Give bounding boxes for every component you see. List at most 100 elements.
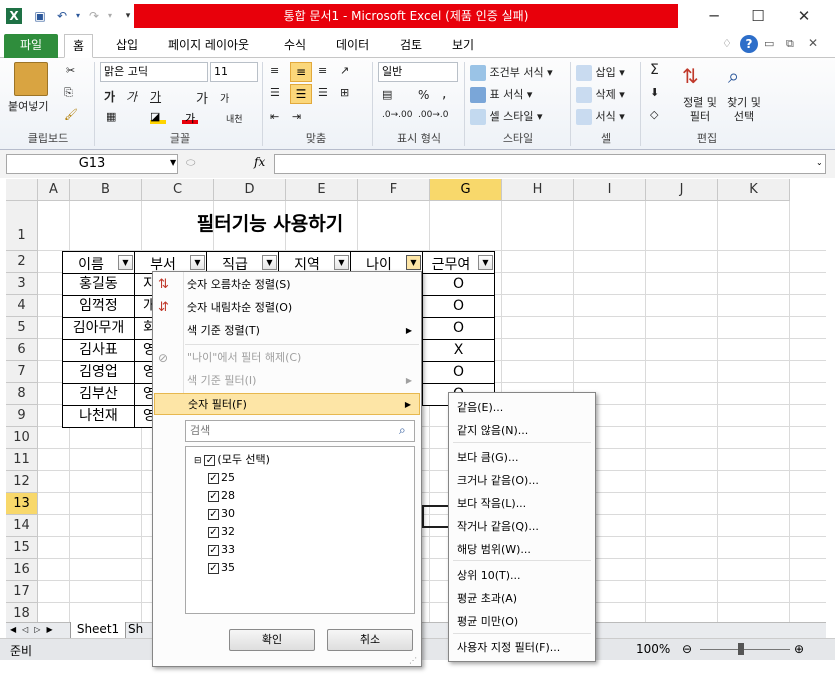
font-color-icon[interactable]: 가	[182, 110, 198, 125]
grow-font-button[interactable]: 가	[196, 88, 208, 107]
shrink-font-button[interactable]: 가	[220, 90, 229, 105]
zoom-slider-track[interactable]	[700, 649, 790, 650]
row-header-8[interactable]: 8	[6, 383, 38, 405]
tree-collapse-icon[interactable]: ⊟	[194, 456, 204, 466]
paste-button[interactable]: 붙여넣기	[8, 98, 48, 114]
sheet-tab-partial[interactable]: Sh	[128, 622, 154, 639]
undo-dropdown-icon[interactable]: ▾	[70, 8, 86, 24]
column-header-h[interactable]: H	[502, 179, 574, 201]
tab-review[interactable]: 검토	[392, 34, 430, 58]
tab-page-layout[interactable]: 페이지 레이아웃	[160, 34, 257, 58]
number-filter-option[interactable]: 평균 초과(A)	[451, 588, 593, 610]
dept-cell-partial[interactable]: 영	[134, 405, 156, 428]
tab-view[interactable]: 보기	[444, 34, 482, 58]
clear-icon[interactable]: ◇	[650, 108, 658, 121]
ribbon-minimize-icon[interactable]: ▭	[764, 37, 774, 50]
name-box[interactable]: G13	[6, 154, 178, 174]
help-icon[interactable]: ?	[740, 35, 758, 53]
find-select-button[interactable]: 찾기 및 선택	[722, 96, 766, 124]
ribbon-restore-icon[interactable]: ⧉	[786, 37, 794, 51]
column-header-k[interactable]: K	[718, 179, 790, 201]
row-header-9[interactable]: 9	[6, 405, 38, 427]
menu-number-filter[interactable]: 숫자 필터(F) ▶	[154, 393, 420, 415]
percent-button[interactable]: %	[418, 88, 429, 102]
cut-icon[interactable]: ✂	[66, 64, 75, 77]
row-header-12[interactable]: 12	[6, 471, 38, 493]
filter-dropdown-icon[interactable]: ▼	[262, 255, 277, 270]
row-header-7[interactable]: 7	[6, 361, 38, 383]
dept-cell-partial[interactable]: 지	[134, 273, 156, 296]
row-header-10[interactable]: 10	[6, 427, 38, 449]
underline-button[interactable]: 가	[150, 88, 161, 105]
select-all-corner[interactable]	[6, 179, 38, 201]
zoom-in-icon[interactable]: ⊕	[794, 642, 804, 656]
tab-file[interactable]: 파일	[4, 34, 58, 58]
row-header-5[interactable]: 5	[6, 317, 38, 339]
column-header-c[interactable]: C	[142, 179, 214, 201]
wrap-orientation-icon[interactable]: ↗	[340, 64, 349, 77]
filter-dropdown-icon[interactable]: ▼	[406, 255, 421, 270]
menu-sort-descending[interactable]: ⇵ 숫자 내림차순 정렬(O)	[154, 297, 420, 319]
formula-bar-handle-icon[interactable]: ⬭	[186, 156, 195, 170]
value-checkbox[interactable]: ✓ 32	[208, 523, 235, 541]
align-left-icon[interactable]: ☰	[270, 86, 280, 99]
filter-search-input[interactable]: 검색	[185, 420, 415, 442]
name-cell[interactable]: 홍길동	[62, 273, 135, 296]
value-checkbox[interactable]: ✓ 33	[208, 541, 235, 559]
filter-value-list[interactable]: ⊟ ✓ (모두 선택) ✓ 25 ✓ 28 ✓ 30 ✓ 32 ✓ 33 ✓ 35	[185, 446, 415, 614]
number-filter-option[interactable]: 상위 10(T)...	[451, 565, 593, 587]
row-header-1[interactable]: 1	[6, 201, 38, 251]
work-status-cell[interactable]: O	[422, 317, 495, 340]
expand-formula-icon[interactable]: ⌄	[816, 158, 823, 167]
dept-cell-partial[interactable]: 회	[134, 317, 156, 340]
column-header-j[interactable]: J	[646, 179, 718, 201]
tab-data[interactable]: 데이터	[328, 34, 377, 58]
column-header-g[interactable]: G	[430, 179, 502, 201]
sheet-tab-sheet1[interactable]: Sheet1	[70, 622, 126, 639]
number-filter-option[interactable]: 사용자 지정 필터(F)...	[451, 637, 593, 659]
font-name-combo[interactable]: 맑은 고딕	[100, 62, 208, 82]
number-filter-option[interactable]: 평균 미만(O)	[451, 611, 593, 633]
number-filter-option[interactable]: 크거나 같음(O)...	[451, 470, 593, 492]
column-header-i[interactable]: I	[574, 179, 646, 201]
name-cell[interactable]: 김아무개	[62, 317, 135, 340]
name-cell[interactable]: 김부산	[62, 383, 135, 406]
select-all-checkbox[interactable]: ⊟ ✓ (모두 선택)	[194, 451, 270, 469]
work-status-cell[interactable]: O	[422, 273, 495, 296]
menu-clear-filter[interactable]: ⊘ "나이"에서 필터 해제(C)	[154, 347, 420, 369]
formula-input[interactable]	[274, 154, 826, 174]
row-header-14[interactable]: 14	[6, 515, 38, 537]
number-format-combo[interactable]: 일반	[378, 62, 458, 82]
align-center-icon[interactable]: ☰	[290, 84, 312, 104]
redo-dropdown-icon[interactable]: ▾	[102, 8, 118, 24]
format-as-table-button[interactable]: 표 서식 ▾	[470, 86, 532, 103]
work-status-cell[interactable]: O	[422, 361, 495, 384]
font-size-combo[interactable]: 11	[210, 62, 258, 82]
row-header-4[interactable]: 4	[6, 295, 38, 317]
minimize-button[interactable]: ─	[702, 6, 726, 26]
redo-icon[interactable]: ↷	[86, 8, 102, 24]
filter-dropdown-icon[interactable]: ▼	[478, 255, 493, 270]
italic-button[interactable]: 가	[126, 88, 137, 105]
number-filter-option[interactable]: 작거나 같음(Q)...	[451, 516, 593, 538]
accounting-icon[interactable]: ▤	[382, 88, 392, 101]
filter-dropdown-icon[interactable]: ▼	[118, 255, 133, 270]
value-checkbox[interactable]: ✓ 30	[208, 505, 235, 523]
row-header-18[interactable]: 18	[6, 603, 38, 622]
format-cells-button[interactable]: 서식 ▾	[576, 108, 625, 125]
format-painter-icon[interactable]: 🖌	[64, 108, 78, 121]
name-cell[interactable]: 나천재	[62, 405, 135, 428]
number-filter-option[interactable]: 보다 작음(L)...	[451, 493, 593, 515]
work-status-cell[interactable]: O	[422, 295, 495, 318]
number-filter-option[interactable]: 해당 범위(W)...	[451, 539, 593, 561]
increase-decimal-icon[interactable]: .0→.00	[382, 110, 412, 120]
table-header-cell[interactable]: 이름 ▼	[62, 251, 135, 274]
column-header-d[interactable]: D	[214, 179, 286, 201]
cell-styles-button[interactable]: 셀 스타일 ▾	[470, 108, 543, 125]
autosum-button[interactable]: Σ	[650, 62, 659, 78]
collapse-ribbon-icon[interactable]: ♢	[722, 37, 732, 50]
column-header-a[interactable]: A	[38, 179, 70, 201]
decrease-indent-icon[interactable]: ⇤	[270, 110, 279, 123]
filter-dropdown-icon[interactable]: ▼	[190, 255, 205, 270]
ok-button[interactable]: 확인	[229, 629, 315, 651]
